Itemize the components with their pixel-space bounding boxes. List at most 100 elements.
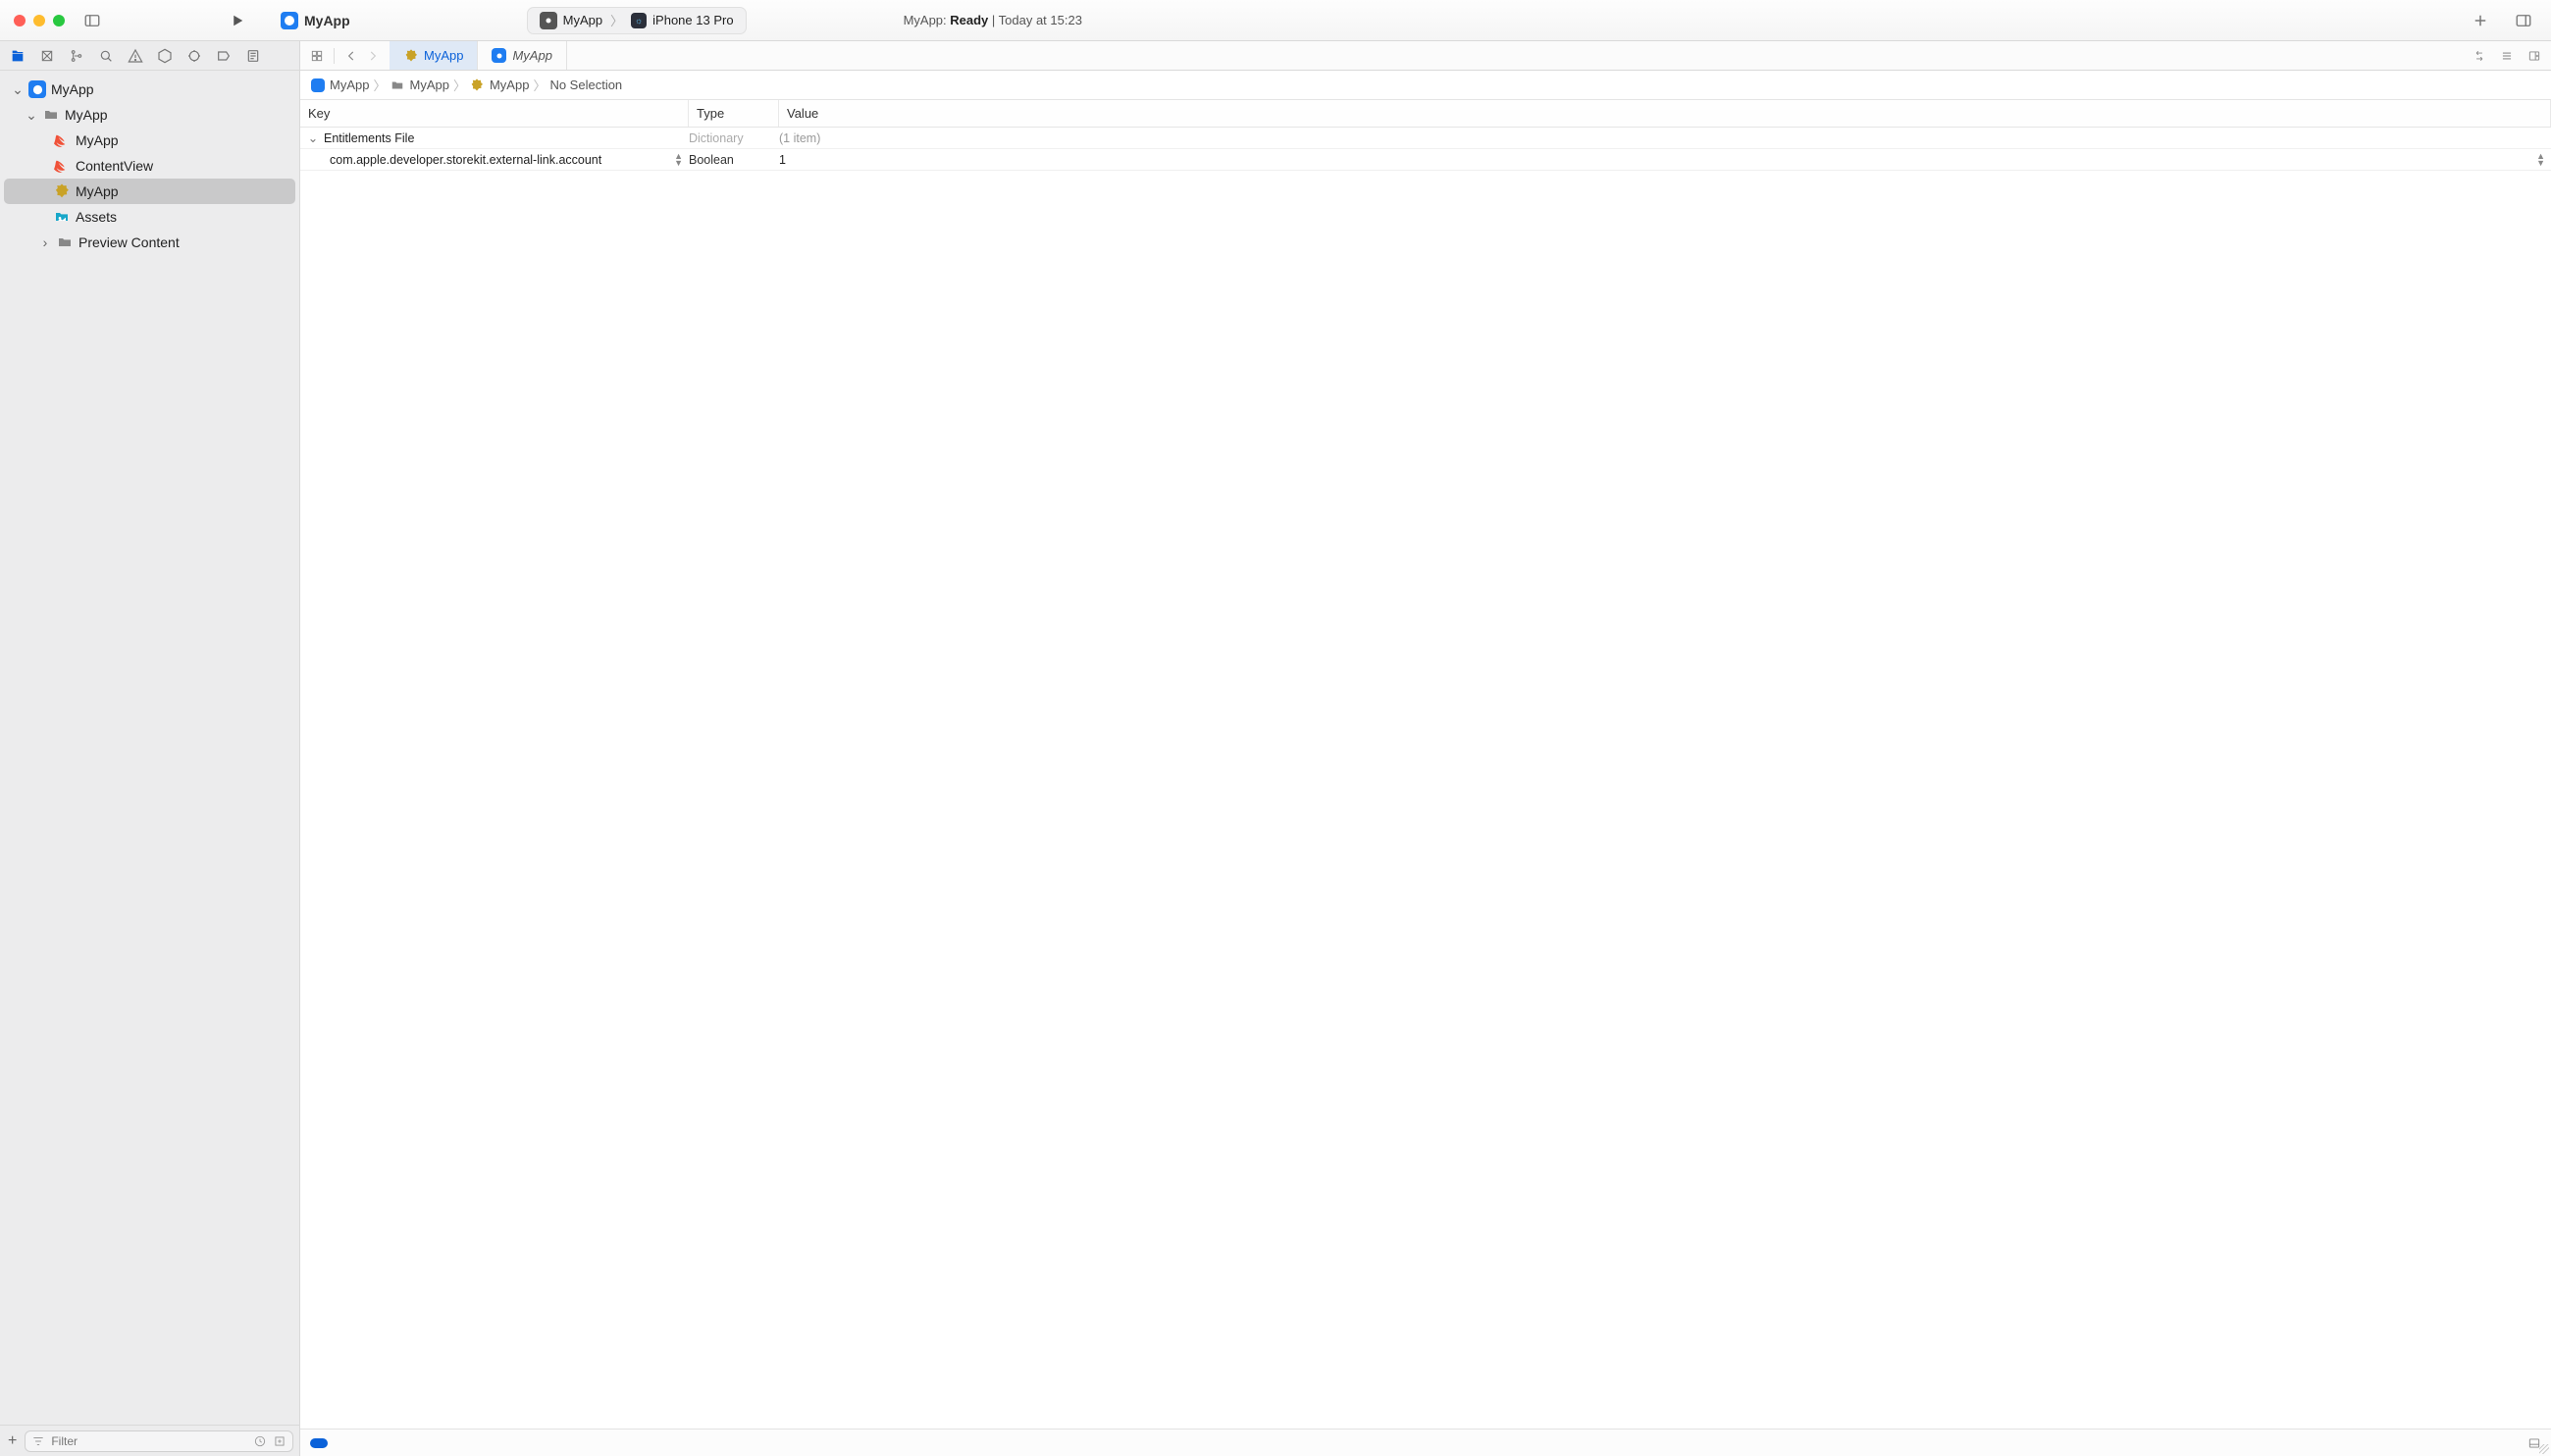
tree-item-assets[interactable]: Assets	[4, 204, 295, 230]
project-navigator-tab[interactable]	[10, 48, 26, 64]
destination-name: iPhone 13 Pro	[652, 13, 733, 27]
tree-root[interactable]: ⌄ MyApp	[4, 77, 295, 102]
device-icon: ☼	[631, 13, 647, 28]
folder-icon	[390, 78, 404, 92]
scheme-name: MyApp	[563, 13, 602, 27]
tree-item-label: ContentView	[76, 158, 153, 174]
breakpoint-navigator-tab[interactable]	[216, 48, 232, 64]
jumpbar-item[interactable]: No Selection	[549, 78, 622, 92]
plist-key: Entitlements File	[324, 131, 414, 145]
navigator-panel: ⌄ MyApp ⌄ MyApp MyApp	[0, 41, 300, 1456]
symbol-navigator-tab[interactable]	[69, 48, 84, 64]
swift-icon	[53, 157, 71, 175]
window-controls	[8, 15, 78, 26]
project-icon	[28, 80, 46, 98]
toggle-navigator-button[interactable]	[78, 7, 106, 34]
source-control-navigator-tab[interactable]	[39, 48, 55, 64]
tree-item-label: Preview Content	[78, 234, 180, 250]
navigator-footer: +	[0, 1425, 299, 1456]
chevron-down-icon[interactable]: ⌄	[12, 81, 24, 98]
activity-status: MyApp: Ready | Today at 15:23	[904, 13, 1082, 27]
chevron-down-icon[interactable]: ⌄	[26, 107, 37, 124]
swift-icon	[53, 131, 71, 149]
plist-row[interactable]: com.apple.developer.storekit.external-li…	[300, 149, 2551, 171]
find-navigator-tab[interactable]	[98, 48, 114, 64]
entitlements-icon	[53, 182, 71, 200]
editor-panel: MyApp MyApp	[300, 41, 2551, 1456]
debug-bar-indicator[interactable]	[310, 1438, 328, 1448]
plist-type[interactable]: Boolean	[689, 153, 734, 167]
tree-group-label: MyApp	[65, 107, 108, 123]
column-header-type[interactable]: Type	[689, 100, 779, 127]
test-navigator-tab[interactable]	[157, 48, 173, 64]
toggle-inspector-button[interactable]	[2510, 7, 2537, 34]
editor-tab-active[interactable]: MyApp	[390, 41, 478, 70]
plist-type: Dictionary	[689, 131, 744, 145]
scm-filter-icon[interactable]	[273, 1434, 286, 1448]
tree-item-label: MyApp	[76, 183, 119, 199]
tree-item-entitlements[interactable]: MyApp	[4, 179, 295, 204]
column-header-key[interactable]: Key	[300, 100, 689, 127]
editor-options-button[interactable]	[2500, 49, 2514, 63]
tab-label: MyApp	[512, 48, 551, 63]
minimize-window-button[interactable]	[33, 15, 45, 26]
editor-tab[interactable]: MyApp	[478, 41, 566, 70]
chevron-right-icon: 〉	[610, 11, 623, 29]
editor-tabstrip: MyApp MyApp	[300, 41, 2551, 71]
related-items-button[interactable]	[310, 49, 324, 63]
plist-value: (1 item)	[779, 131, 820, 145]
assets-icon	[53, 208, 71, 226]
project-icon	[310, 78, 325, 92]
jumpbar-item[interactable]: MyApp	[390, 78, 448, 92]
toggle-changes-button[interactable]	[2473, 49, 2486, 63]
zoom-window-button[interactable]	[53, 15, 65, 26]
issue-navigator-tab[interactable]	[128, 48, 143, 64]
value-stepper-icon[interactable]: ▲▼	[2536, 153, 2545, 167]
library-button[interactable]	[2467, 7, 2494, 34]
nav-back-button[interactable]	[344, 49, 358, 63]
tree-group[interactable]: ⌄ MyApp	[4, 102, 295, 128]
entitlements-icon	[403, 48, 418, 63]
toggle-debug-area-button[interactable]	[2527, 1436, 2541, 1450]
plist-body: ⌄ Entitlements File Dictionary (1 item) …	[300, 128, 2551, 1429]
jumpbar-item[interactable]: MyApp	[470, 78, 529, 92]
run-button[interactable]	[224, 7, 251, 34]
nav-forward-button[interactable]	[366, 49, 380, 63]
folder-icon	[56, 234, 74, 251]
chevron-down-icon[interactable]: ⌄	[306, 130, 320, 145]
tree-item-swift[interactable]: ContentView	[4, 153, 295, 179]
project-icon	[492, 48, 506, 63]
scheme-icon	[540, 12, 557, 29]
plist-key: com.apple.developer.storekit.external-li…	[330, 153, 601, 167]
project-icon	[281, 12, 298, 29]
chevron-right-icon: 〉	[533, 76, 546, 94]
tab-label: MyApp	[424, 48, 463, 63]
key-stepper-icon[interactable]: ▲▼	[674, 153, 683, 167]
navigator-tabs	[0, 41, 299, 71]
editor-footer	[300, 1429, 2551, 1456]
tree-group-preview[interactable]: › Preview Content	[4, 230, 295, 255]
plist-value[interactable]: 1	[779, 153, 786, 167]
close-window-button[interactable]	[14, 15, 26, 26]
column-header-value[interactable]: Value	[779, 100, 2551, 127]
debug-navigator-tab[interactable]	[186, 48, 202, 64]
project-tree: ⌄ MyApp ⌄ MyApp MyApp	[0, 71, 299, 1425]
report-navigator-tab[interactable]	[245, 48, 261, 64]
add-button[interactable]: +	[6, 1432, 19, 1450]
navigator-filter[interactable]	[25, 1430, 293, 1452]
add-editor-button[interactable]	[2527, 49, 2541, 63]
chevron-right-icon[interactable]: ›	[39, 234, 51, 250]
entitlements-icon	[470, 78, 485, 92]
main-area: ⌄ MyApp ⌄ MyApp MyApp	[0, 41, 2551, 1456]
filter-input[interactable]	[51, 1434, 247, 1448]
jump-bar[interactable]: MyApp 〉 MyApp 〉 MyApp 〉 No Selection	[300, 71, 2551, 100]
titlebar: MyApp MyApp 〉 ☼ iPhone 13 Pro MyApp: Rea…	[0, 0, 2551, 41]
chevron-right-icon: 〉	[373, 76, 386, 94]
folder-icon	[42, 106, 60, 124]
scheme-destination-control[interactable]: MyApp 〉 ☼ iPhone 13 Pro	[527, 7, 747, 34]
tree-item-swift[interactable]: MyApp	[4, 128, 295, 153]
jumpbar-item[interactable]: MyApp	[310, 78, 369, 92]
recent-icon[interactable]	[253, 1434, 267, 1448]
plist-header: Key Type Value	[300, 100, 2551, 128]
plist-row-root[interactable]: ⌄ Entitlements File Dictionary (1 item)	[300, 128, 2551, 149]
